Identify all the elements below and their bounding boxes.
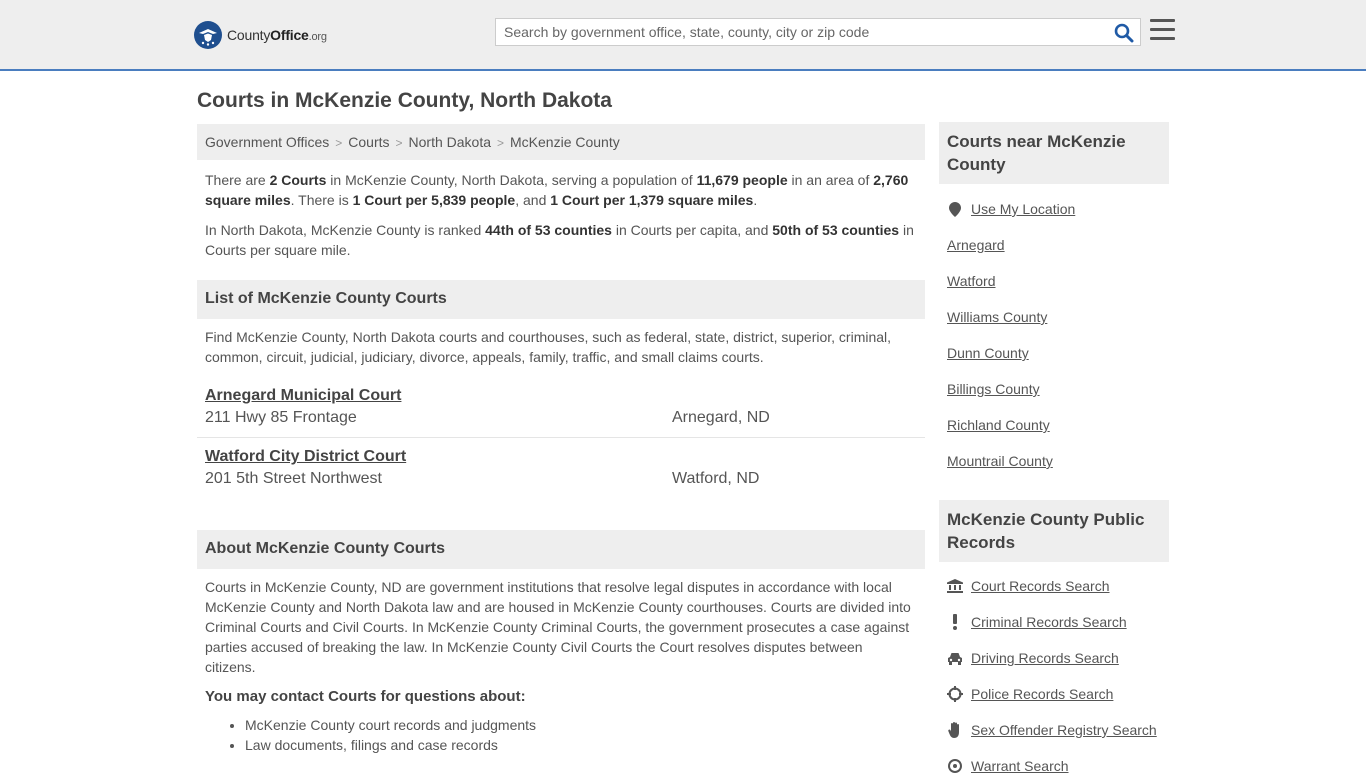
main-content: Government Offices > Courts > North Dakota > M…	[197, 124, 925, 755]
contact-heading: You may contact Courts for questions abo…	[205, 688, 526, 705]
list-section-title: List of McKenzie County Courts	[197, 280, 925, 319]
about-section-title: About McKenzie County Courts	[197, 530, 925, 569]
crosshair-icon	[947, 686, 963, 702]
about-section-text: Courts in McKenzie County, ND are govern…	[205, 579, 911, 675]
chevron-right-icon: >	[335, 136, 343, 150]
map-pin-icon	[947, 201, 963, 217]
driving-records-search-link[interactable]: Driving Records Search	[947, 650, 1119, 666]
court-item: Arnegard Municipal Court 211 Hwy 85 Fron…	[197, 387, 925, 427]
intro-summary: There are 2 Courts in McKenzie County, N…	[197, 170, 925, 210]
highlight-text: 44th of 53 counties	[485, 222, 612, 238]
body-text: in an area of	[787, 172, 874, 188]
court-records-search-link[interactable]: Court Records Search	[947, 578, 1110, 594]
seal-icon	[194, 21, 222, 49]
court-address: 201 5th Street Northwest	[205, 470, 382, 487]
divider	[197, 437, 925, 438]
hand-icon	[947, 722, 963, 738]
sidebar-nearby-title: Courts near McKenzie County	[939, 122, 1169, 184]
body-text: , and	[515, 192, 551, 208]
nearby-link-arnegard[interactable]: Arnegard	[947, 237, 1005, 253]
court-records-search-label: Court Records Search	[971, 578, 1110, 594]
search-bar	[495, 18, 1141, 46]
logo-text-suffix: .org	[308, 31, 327, 43]
site-header: CountyOffice.org	[0, 0, 1366, 71]
highlight-text: 2 Courts	[269, 172, 327, 188]
logo-text: CountyOffice.org	[227, 27, 327, 43]
court-city: Watford, ND	[672, 470, 760, 487]
nearby-link-billings-county[interactable]: Billings County	[947, 381, 1040, 397]
sex-offender-registry-search-link[interactable]: Sex Offender Registry Search	[947, 722, 1157, 738]
exclamation-icon	[947, 614, 963, 630]
breadcrumb-north-dakota[interactable]: North Dakota	[409, 134, 491, 150]
court-city: Arnegard, ND	[672, 409, 770, 426]
site-logo[interactable]: CountyOffice.org	[194, 21, 327, 49]
court-details: 201 5th Street Northwest Watford, ND	[205, 470, 917, 488]
use-my-location-label: Use My Location	[971, 201, 1076, 217]
police-records-search-link[interactable]: Police Records Search	[947, 686, 1113, 702]
hamburger-menu-icon[interactable]	[1150, 19, 1175, 43]
page-title: Courts in McKenzie County, North Dakota	[197, 89, 612, 112]
warrant-search-link[interactable]: Warrant Search	[947, 758, 1069, 774]
police-records-search-label: Police Records Search	[971, 686, 1114, 702]
breadcrumb: Government Offices > Courts > North Dakota > M…	[197, 124, 925, 160]
search-input[interactable]	[496, 19, 1096, 45]
body-text: in McKenzie County, North Dakota, servin…	[326, 172, 697, 188]
sidebar: Courts near McKenzie County Use My Locat…	[939, 122, 1169, 774]
criminal-records-search-link[interactable]: Criminal Records Search	[947, 614, 1127, 630]
chevron-right-icon: >	[395, 136, 403, 150]
list-section-description: Find McKenzie County, North Dakota court…	[205, 329, 892, 365]
highlight-text: 1 Court per 1,379 square miles	[550, 192, 754, 208]
body-text: In North Dakota, McKenzie County is rank…	[205, 222, 486, 238]
body-text: . There is	[290, 192, 353, 208]
list-item: McKenzie County court records and judgme…	[245, 715, 925, 735]
nearby-link-mountrail-county[interactable]: Mountrail County	[947, 453, 1053, 469]
list-item: Law documents, filings and case records	[245, 735, 925, 755]
highlight-text: 1 Court per 5,839 people	[352, 192, 516, 208]
body-text: .	[753, 192, 758, 208]
nearby-link-watford[interactable]: Watford	[947, 273, 996, 289]
breadcrumb-current: McKenzie County	[510, 134, 620, 150]
logo-text-prefix: County	[227, 27, 271, 43]
car-icon	[947, 650, 963, 666]
nearby-link-dunn-county[interactable]: Dunn County	[947, 345, 1029, 361]
breadcrumb-government-offices[interactable]: Government Offices	[205, 134, 329, 150]
target-icon	[947, 758, 963, 774]
court-name-link[interactable]: Arnegard Municipal Court	[205, 387, 401, 405]
highlight-text: 50th of 53 counties	[772, 222, 900, 238]
search-icon[interactable]	[1114, 23, 1134, 43]
court-name-link[interactable]: Watford City District Court	[205, 448, 406, 466]
intro-ranking: In North Dakota, McKenzie County is rank…	[197, 220, 925, 260]
topics-list: McKenzie County court records and judgme…	[197, 715, 925, 755]
logo-text-bold: Office	[270, 27, 309, 43]
body-text: There are	[205, 172, 270, 188]
sidebar-records-title: McKenzie County Public Records	[939, 500, 1169, 562]
nearby-link-williams-county[interactable]: Williams County	[947, 309, 1047, 325]
driving-records-search-label: Driving Records Search	[971, 650, 1119, 666]
warrant-search-label: Warrant Search	[971, 758, 1069, 774]
criminal-records-search-label: Criminal Records Search	[971, 614, 1127, 630]
highlight-text: 11,679 people	[696, 172, 788, 188]
body-text: in Courts per capita, and	[611, 222, 773, 238]
court-address: 211 Hwy 85 Frontage	[205, 409, 357, 426]
sex-offender-registry-search-label: Sex Offender Registry Search	[971, 722, 1157, 738]
chevron-right-icon: >	[497, 136, 505, 150]
breadcrumb-courts[interactable]: Courts	[348, 134, 389, 150]
courthouse-icon	[947, 578, 963, 594]
use-my-location-link[interactable]: Use My Location	[947, 201, 1075, 217]
court-item: Watford City District Court 201 5th Stre…	[197, 448, 925, 488]
nearby-link-richland-county[interactable]: Richland County	[947, 417, 1050, 433]
court-details: 211 Hwy 85 Frontage Arnegard, ND	[205, 409, 917, 427]
